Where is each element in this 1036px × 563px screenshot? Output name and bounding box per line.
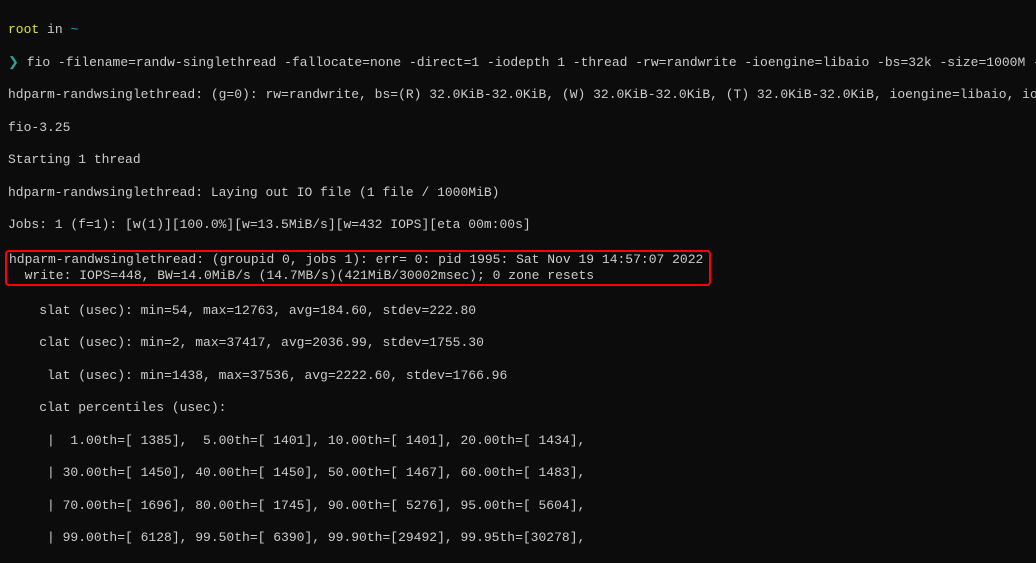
out-perc-row4: | 99.00th=[ 6128], 99.50th=[ 6390], 99.9… (8, 530, 1028, 546)
out-groupid-tail: 4:57:07 2022 (610, 252, 704, 267)
command-text: fio -filename=randw-singlethread -falloc… (27, 55, 1036, 70)
out-jobs: Jobs: 1 (f=1): [w(1)][100.0%][w=13.5MiB/… (8, 217, 1028, 233)
prompt-line: root in ~ (8, 22, 1028, 38)
prompt-in: in (47, 22, 63, 37)
out-clat: clat (usec): min=2, max=37417, avg=2036.… (8, 335, 1028, 351)
out-fio-version: fio-3.25 (8, 120, 1028, 136)
out-groupid: hdparm-randwsinglethread: (groupid 0, jo… (9, 252, 610, 267)
highlight-box-write: hdparm-randwsinglethread: (groupid 0, jo… (5, 250, 711, 287)
out-perc-row1: | 1.00th=[ 1385], 5.00th=[ 1401], 10.00t… (8, 433, 1028, 449)
prompt-user: root (8, 22, 39, 37)
out-lat: lat (usec): min=1438, max=37536, avg=222… (8, 368, 1028, 384)
out-perc-row3: | 70.00th=[ 1696], 80.00th=[ 1745], 90.0… (8, 498, 1028, 514)
out-slat: slat (usec): min=54, max=12763, avg=184.… (8, 303, 1028, 319)
prompt-symbol: ❯ (8, 55, 19, 70)
out-write-summary: write: IOPS=448, BW=14.0MiB/s (14.7MB/s)… (9, 268, 594, 283)
command-line: ❯ fio -filename=randw-singlethread -fall… (8, 55, 1028, 71)
out-perc-row2: | 30.00th=[ 1450], 40.00th=[ 1450], 50.0… (8, 465, 1028, 481)
terminal[interactable]: root in ~ ❯ fio -filename=randw-singleth… (0, 0, 1036, 563)
out-write-line: hdparm-randwsinglethread: (groupid 0, jo… (8, 250, 1028, 287)
out-layout: hdparm-randwsinglethread: Laying out IO … (8, 185, 1028, 201)
out-clat-perc: clat percentiles (usec): (8, 400, 1028, 416)
out-starting: Starting 1 thread (8, 152, 1028, 168)
prompt-path: ~ (70, 22, 78, 37)
out-header: hdparm-randwsinglethread: (g=0): rw=rand… (8, 87, 1028, 103)
